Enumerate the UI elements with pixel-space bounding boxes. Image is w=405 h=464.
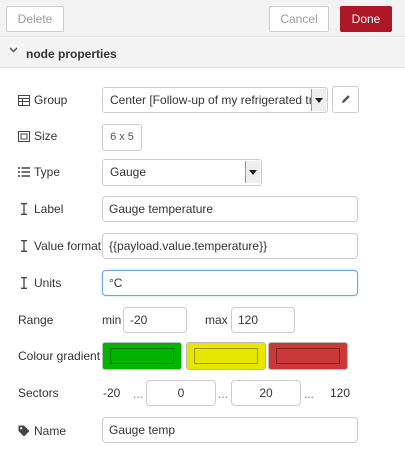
type-select-value: Gauge [110, 165, 147, 179]
units-input[interactable]: °C [102, 270, 358, 296]
tag-icon [18, 425, 30, 437]
value-format-input[interactable]: {{payload.value.temperature}} [102, 233, 358, 259]
size-label-text: Size [34, 129, 58, 143]
sectors-start: -20 [103, 386, 121, 400]
range-min-label: min [102, 313, 122, 327]
properties-form: Group Center [Follow-up of my refrigerat… [0, 69, 405, 464]
cancel-button[interactable]: Cancel [269, 6, 329, 32]
type-label: Type [18, 162, 60, 182]
colour-swatch-1[interactable] [102, 342, 182, 370]
group-label: Group [18, 90, 67, 110]
group-label-text: Group [34, 93, 68, 107]
sector-2-input[interactable]: 20 [231, 380, 301, 406]
sectors-label-text: Sectors [18, 386, 59, 400]
label-input[interactable]: Gauge temperature [102, 196, 358, 222]
value-format-label: Value format [18, 236, 101, 256]
units-label-text: Units [34, 276, 62, 290]
resize-icon [18, 130, 30, 142]
text-cursor-icon [18, 277, 30, 289]
name-label-text: Name [34, 424, 67, 438]
range-min-input[interactable]: -20 [123, 307, 187, 333]
colour-gradient-label: Colour gradient [18, 346, 100, 366]
name-label: Name [18, 421, 66, 441]
section-header[interactable]: node properties [0, 38, 405, 68]
colour-gradient-label-text: Colour gradient [18, 349, 101, 363]
section-title: node properties [26, 47, 117, 61]
sectors-ellipsis-1: ... [133, 387, 144, 401]
sectors-end: 120 [330, 386, 351, 400]
chevron-down-icon [245, 161, 260, 183]
table-icon [18, 94, 30, 106]
colour-swatch-3[interactable] [268, 342, 348, 370]
list-icon [18, 166, 30, 178]
range-max-label: max [205, 313, 228, 327]
done-button[interactable]: Done [340, 6, 392, 32]
delete-button[interactable]: Delete [6, 6, 64, 32]
group-select-value: Center [Follow-up of my refrigerated tr [110, 93, 313, 107]
tray-toolbar: Delete Cancel Done [0, 0, 405, 37]
sectors-label: Sectors [18, 383, 59, 403]
size-label: Size [18, 126, 57, 146]
label-label-text: Label [34, 202, 64, 216]
text-cursor-icon [18, 240, 30, 252]
chevron-down-icon [311, 89, 326, 111]
size-button[interactable]: 6 x 5 [102, 124, 142, 151]
colour-swatch-2[interactable] [186, 342, 266, 370]
sector-1-input[interactable]: 0 [146, 380, 216, 406]
type-label-text: Type [34, 165, 61, 179]
label-field-label: Label [18, 199, 63, 219]
range-max-input[interactable]: 120 [231, 307, 295, 333]
sectors-ellipsis-2: ... [218, 387, 229, 401]
value-format-label-text: Value format [34, 239, 102, 253]
text-cursor-icon [18, 203, 30, 215]
edit-group-button[interactable] [332, 86, 359, 113]
type-select[interactable]: Gauge [102, 159, 262, 186]
group-select[interactable]: Center [Follow-up of my refrigerated tr [102, 87, 328, 113]
sectors-ellipsis-3: ... [304, 387, 315, 401]
name-input[interactable]: Gauge temp [102, 417, 358, 443]
units-label: Units [18, 273, 61, 293]
pencil-icon [341, 93, 351, 107]
chevron-down-icon [9, 45, 18, 57]
range-label: Range [18, 310, 53, 330]
range-label-text: Range [18, 313, 54, 327]
